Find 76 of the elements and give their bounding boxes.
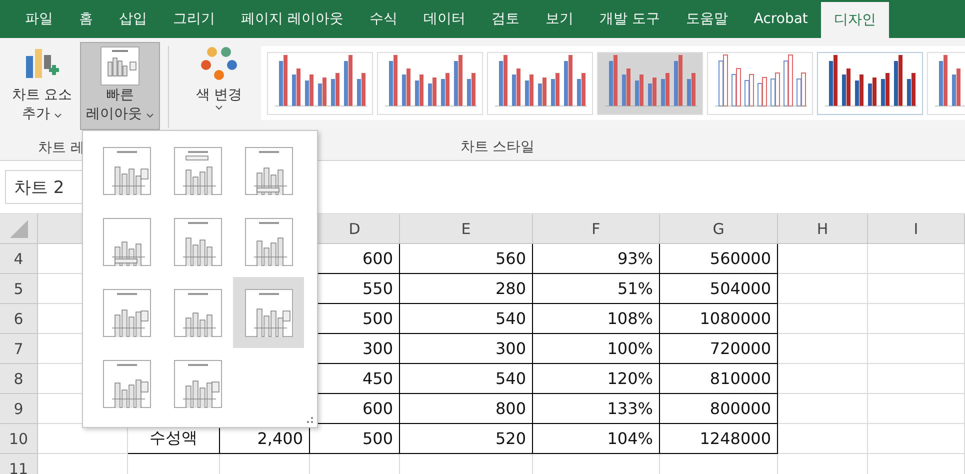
row-header[interactable]: 8 [0,364,38,394]
caret-icon [54,113,62,118]
table-cell: 51% [533,274,660,304]
row-header[interactable]: 7 [0,334,38,364]
chart-layout-icon [244,146,292,194]
table-cell: 120% [533,364,660,394]
ribbon-tab[interactable]: 페이지 레이아웃 [228,0,356,38]
table-cell: 104% [533,424,660,454]
table-cell: 108% [533,304,660,334]
ribbon-tab[interactable]: 개발 도구 [586,0,673,38]
ribbon-tab[interactable]: 파일 [12,0,66,38]
ribbon-tab[interactable]: 디자인 [820,2,889,38]
column-header[interactable]: I [868,214,965,244]
caret-icon [215,105,223,110]
row-header[interactable]: 4 [0,244,38,274]
table-cell: 720000 [660,334,778,364]
table-cell: 300 [400,334,533,364]
table-cell: 540 [400,304,533,334]
table-cell: 1080000 [660,304,778,334]
column-header[interactable]: H [778,214,868,244]
chart-layout-icon [100,46,140,86]
chart-style-thumbnail[interactable] [817,52,923,115]
chart-layout-icon [174,218,222,266]
table-cell: 540 [400,364,533,394]
table-cell: 1248000 [660,424,778,454]
column-header[interactable]: F [533,214,660,244]
chart-layout-icon [102,288,150,336]
table-cell: 100% [533,334,660,364]
row-header[interactable]: 6 [0,304,38,334]
chart-layout-icon [102,218,150,266]
ribbon-tab[interactable]: 보기 [532,0,586,38]
add-chart-element-button[interactable]: 차트 요소 추가 [6,42,78,130]
select-all-corner[interactable] [0,214,38,244]
table-cell: 93% [533,244,660,274]
change-colors-button[interactable]: 색 변경 [179,42,259,130]
chart-style-thumbnail[interactable] [707,52,813,115]
table-cell: 800000 [660,394,778,424]
table-cell: 560000 [660,244,778,274]
chart-layout-icon [244,288,292,336]
ribbon-tab[interactable]: 데이터 [410,0,478,38]
chart-layout-icon [174,288,222,336]
table-cell: 520 [400,424,533,454]
row-header[interactable]: 5 [0,274,38,304]
table-cell: 133% [533,394,660,424]
chart-layout-icon [174,146,222,194]
ribbon-tab[interactable]: 검토 [478,0,532,38]
table-cell: 800 [400,394,533,424]
group-label: 차트 스타일 [460,138,535,156]
ribbon-tab[interactable]: 수식 [356,0,410,38]
table-cell: 504000 [660,274,778,304]
table-cell: 560 [400,244,533,274]
ribbon-tab[interactable]: 삽입 [106,0,160,38]
caret-icon [146,113,154,118]
row-header[interactable]: 11 [0,454,38,474]
ribbon-tab[interactable]: Acrobat [740,0,821,38]
row-header[interactable]: 10 [0,424,38,454]
table-cell: 810000 [660,364,778,394]
chart-style-thumbnail[interactable] [267,52,373,115]
column-header[interactable]: E [400,214,533,244]
chart-style-thumbnail[interactable] [487,52,593,115]
column-header[interactable]: G [660,214,778,244]
ribbon-tab[interactable]: 도움말 [672,0,741,38]
chart-layout-icon [102,360,150,408]
table-cell: 280 [400,274,533,304]
chart-layout-icon [102,146,150,194]
ribbon-tab[interactable]: 홈 [66,0,106,38]
triangle-icon [10,220,28,238]
resize-grip-icon[interactable] [306,416,314,424]
row-header[interactable]: 9 [0,394,38,424]
chart-layout-icon [244,218,292,266]
ribbon-tab[interactable]: 그리기 [160,0,228,38]
chart-style-thumbnail[interactable] [597,52,703,115]
chart-layout-icon [174,360,222,408]
quick-layout-button[interactable]: 빠른 레이아웃 [80,42,160,130]
chart-style-thumbnail[interactable] [377,52,483,115]
layout-option[interactable] [233,277,304,348]
